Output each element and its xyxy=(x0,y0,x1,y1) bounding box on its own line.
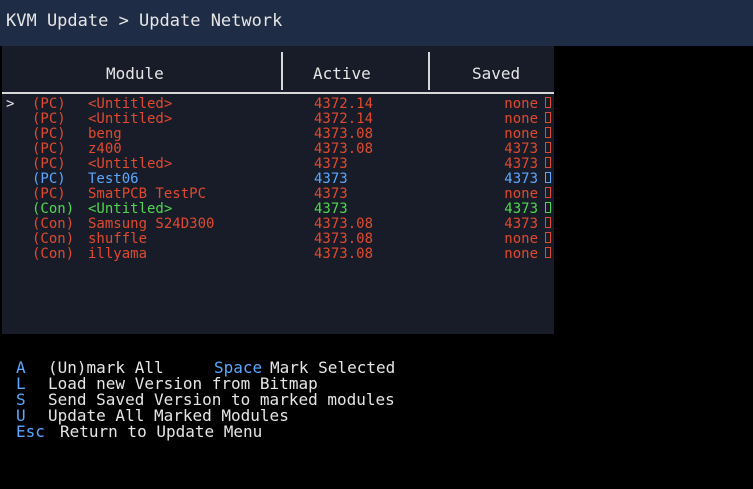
active-version: 4373.08 xyxy=(314,141,374,157)
module-name: SmatPCB TestPC xyxy=(88,186,207,202)
saved-version: none xyxy=(504,231,538,247)
page-title: KVM Update > Update Network xyxy=(6,11,283,31)
hotkey-desc: Return to Update Menu xyxy=(60,422,263,441)
module-name: illyama xyxy=(88,246,148,262)
module-name: shuffle xyxy=(88,231,148,247)
title-bar: KVM Update > Update Network xyxy=(0,0,753,46)
module-type: (PC) xyxy=(32,141,66,157)
saved-version: 4373 xyxy=(504,156,538,172)
module-row[interactable]: (PC) <Untitled> 4373 4373 xyxy=(0,157,560,172)
module-row[interactable]: (PC) z400 4373.08 4373 xyxy=(0,142,560,157)
mark-checkbox-icon[interactable] xyxy=(545,232,551,243)
mark-checkbox-icon[interactable] xyxy=(545,202,551,213)
mark-checkbox-icon[interactable] xyxy=(545,142,551,153)
module-name: <Untitled> xyxy=(88,96,173,112)
column-divider xyxy=(281,52,283,90)
column-divider xyxy=(428,52,430,90)
column-header-module: Module xyxy=(106,64,164,83)
active-version: 4373.08 xyxy=(314,126,374,142)
module-name: <Untitled> xyxy=(88,111,173,127)
module-type: (Con) xyxy=(32,231,75,247)
column-header-active: Active xyxy=(313,64,371,83)
module-name: beng xyxy=(88,126,122,142)
active-version: 4373 xyxy=(314,156,348,172)
mark-checkbox-icon[interactable] xyxy=(545,157,551,168)
mark-checkbox-icon[interactable] xyxy=(545,172,551,183)
module-name: z400 xyxy=(88,141,122,157)
active-version: 4373.08 xyxy=(314,216,374,232)
module-row[interactable]: (PC) Test06 4373 4373 xyxy=(0,172,560,187)
saved-version: 4373 xyxy=(504,201,538,217)
module-row[interactable]: > (PC) <Untitled> 4372.14 none xyxy=(0,97,560,112)
module-type: (PC) xyxy=(32,171,66,187)
active-version: 4373 xyxy=(314,171,348,187)
mark-checkbox-icon[interactable] xyxy=(545,247,551,258)
saved-version: none xyxy=(504,111,538,127)
kvm-update-screen: KVM Update > Update Network Module Activ… xyxy=(0,0,753,457)
active-version: 4373.08 xyxy=(314,231,374,247)
module-list: > (PC) <Untitled> 4372.14 none (PC) <Untitled>… xyxy=(0,97,560,262)
module-name: Test06 xyxy=(88,171,139,187)
module-row[interactable]: (PC) <Untitled> 4372.14 none xyxy=(0,112,560,127)
module-type: (Con) xyxy=(32,216,75,232)
module-row[interactable]: (Con) illyama 4373.08 none xyxy=(0,247,560,262)
mark-checkbox-icon[interactable] xyxy=(545,187,551,198)
module-type: (PC) xyxy=(32,126,66,142)
module-type: (PC) xyxy=(32,156,66,172)
module-type: (PC) xyxy=(32,111,66,127)
module-row[interactable]: (Con) Samsung S24D300 4373.08 4373 xyxy=(0,217,560,232)
saved-version: 4373 xyxy=(504,171,538,187)
active-version: 4372.14 xyxy=(314,111,374,127)
help-menu: A (Un)mark All Space Mark Selected L Loa… xyxy=(0,360,560,440)
help-line-esc[interactable]: Esc Return to Update Menu xyxy=(0,424,560,440)
module-type: (Con) xyxy=(32,201,75,217)
module-type: (PC) xyxy=(32,96,66,112)
module-row[interactable]: (Con) <Untitled> 4373 4373 xyxy=(0,202,560,217)
saved-version: 4373 xyxy=(504,141,538,157)
saved-version: none xyxy=(504,126,538,142)
column-header-saved: Saved xyxy=(472,64,521,83)
mark-checkbox-icon[interactable] xyxy=(545,112,551,123)
module-type: (Con) xyxy=(32,246,75,262)
active-version: 4373.08 xyxy=(314,246,374,262)
active-version: 4373 xyxy=(314,201,348,217)
module-name: Samsung S24D300 xyxy=(88,216,215,232)
module-row[interactable]: (Con) shuffle 4373.08 none xyxy=(0,232,560,247)
module-row[interactable]: (PC) SmatPCB TestPC 4373 none xyxy=(0,187,560,202)
module-row[interactable]: (PC) beng 4373.08 none xyxy=(0,127,560,142)
active-version: 4373 xyxy=(314,186,348,202)
saved-version: none xyxy=(504,96,538,112)
saved-version: 4373 xyxy=(504,216,538,232)
selection-cursor-icon: > xyxy=(6,96,15,112)
header-divider xyxy=(2,92,554,94)
saved-version: none xyxy=(504,246,538,262)
module-name: <Untitled> xyxy=(88,201,173,217)
active-version: 4372.14 xyxy=(314,96,374,112)
saved-version: none xyxy=(504,186,538,202)
mark-checkbox-icon[interactable] xyxy=(545,217,551,228)
mark-checkbox-icon[interactable] xyxy=(545,97,551,108)
hotkey-esc[interactable]: Esc xyxy=(16,424,45,440)
mark-checkbox-icon[interactable] xyxy=(545,127,551,138)
module-name: <Untitled> xyxy=(88,156,173,172)
module-type: (PC) xyxy=(32,186,66,202)
